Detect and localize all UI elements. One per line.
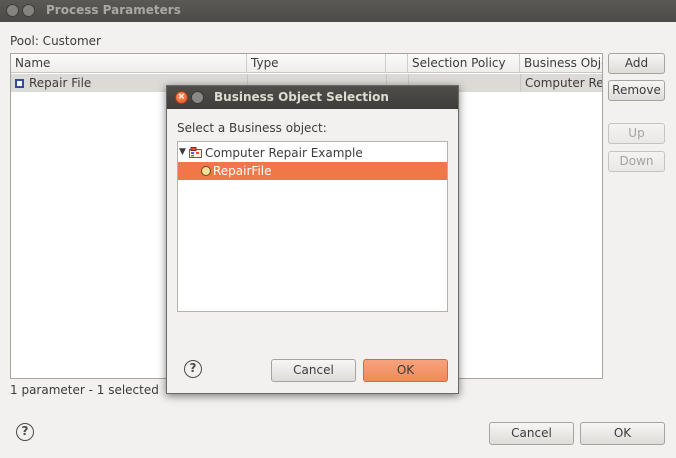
tree-item-root[interactable]: ▼ Computer Repair Example [178,144,447,162]
dialog-title: Business Object Selection [214,90,389,104]
column-header-name[interactable]: Name [11,54,247,73]
column-header-blank[interactable] [386,54,408,73]
status-text: 1 parameter - 1 selected [10,383,159,397]
column-header-type[interactable]: Type [247,54,386,73]
parameter-icon [15,79,24,88]
tree-item-root-label: Computer Repair Example [205,146,363,160]
window-titlebar: Process Parameters [0,0,676,22]
column-header-business-object[interactable]: Business Objec [520,54,602,73]
remove-button[interactable]: Remove [608,80,665,101]
window-title: Process Parameters [46,3,181,17]
cancel-button[interactable]: Cancel [489,422,574,445]
up-button[interactable]: Up [608,123,665,144]
window-close-icon[interactable] [6,4,19,17]
business-object-tree[interactable]: ▼ Computer Repair Example RepairFile [177,141,448,312]
expand-arrow-icon[interactable]: ▼ [179,147,186,157]
dialog-minimize-icon[interactable] [191,91,204,104]
dialog-cancel-button[interactable]: Cancel [271,359,356,382]
ok-button[interactable]: OK [580,422,665,445]
pool-label: Pool: Customer [10,34,101,48]
cell-name-text: Repair File [29,76,92,90]
dialog-help-icon[interactable]: ? [184,360,202,378]
package-icon [189,147,202,158]
cell-business-object: Computer Rep [520,74,602,92]
tree-item-repairfile-label: RepairFile [213,164,272,178]
dialog-prompt: Select a Business object: [177,121,327,135]
window-minimize-icon[interactable] [22,4,35,17]
help-icon[interactable]: ? [16,423,34,441]
column-header-selection-policy[interactable]: Selection Policy [408,54,520,73]
dialog-ok-button[interactable]: OK [363,359,448,382]
add-button[interactable]: Add [608,53,665,74]
table-header: Name Type Selection Policy Business Obje… [11,54,602,73]
down-button[interactable]: Down [608,151,665,172]
tree-item-repairfile[interactable]: RepairFile [178,162,447,180]
dialog-titlebar: × Business Object Selection [167,86,458,109]
business-object-selection-dialog: × Business Object Selection Select a Bus… [166,85,459,394]
dialog-close-icon[interactable]: × [175,91,188,104]
business-object-icon [201,166,211,176]
